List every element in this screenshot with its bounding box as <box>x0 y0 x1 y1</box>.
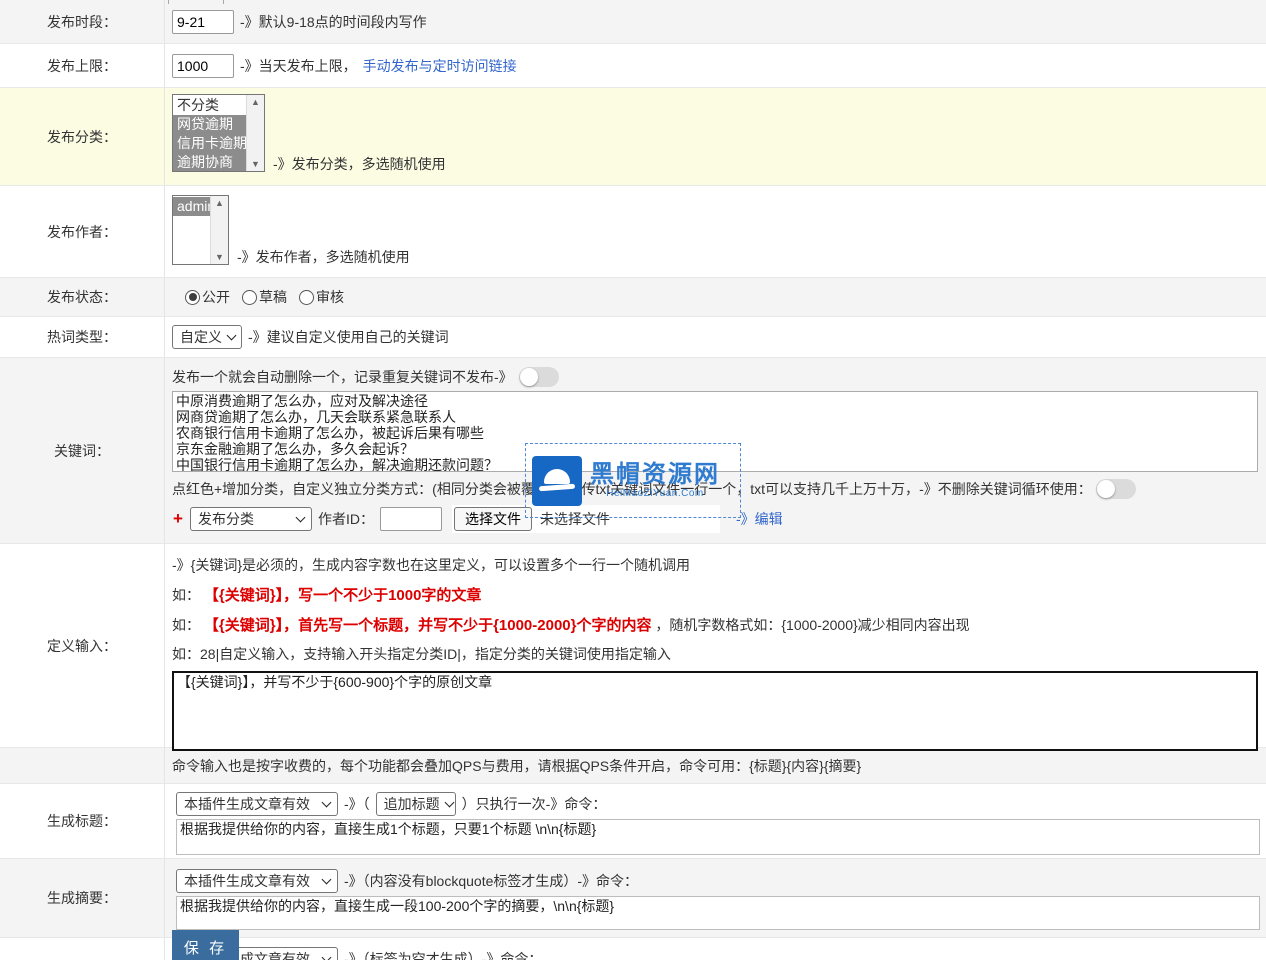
chevron-down-icon <box>444 798 454 808</box>
category-note: 点红色+增加分类，自定义独立分类方式：(相同分类会被覆盖)，上传txt关键词文件… <box>172 479 919 499</box>
publish-category-label: 发布分类： <box>0 88 165 185</box>
save-button[interactable]: 保 存 <box>172 930 239 960</box>
scroll-up-icon[interactable]: ▲ <box>215 198 224 208</box>
publish-status-label: 发布状态： <box>0 278 165 316</box>
example2-suffix: ，随机字数格式如：{1000-2000}减少相同内容出现 <box>655 617 969 633</box>
keywords-label: 关键词： <box>0 358 165 543</box>
loop-note: -》不删除关键词循环使用： <box>919 479 1092 499</box>
abstract-mode-select[interactable]: 本插件生成文章有效 <box>176 869 338 893</box>
category-option[interactable]: 不分类 <box>173 96 246 115</box>
generate-title-textarea[interactable]: 根据我提供给你的内容，直接生成1个标题，只要1个标题 \n\n{标题} <box>176 819 1260 855</box>
title-tail-text: ）只执行一次-》命令： <box>462 794 607 814</box>
select-value: 发布分类 <box>198 509 254 529</box>
chevron-down-icon <box>322 875 332 885</box>
chevron-down-icon <box>322 953 332 960</box>
radio-unchecked-icon[interactable] <box>299 290 314 305</box>
generate-abstract-textarea[interactable]: 根据我提供给你的内容，直接生成一段100-200个字的摘要，\n\n{标题} <box>176 896 1260 930</box>
manual-publish-link[interactable]: 手动发布与定时访问链接 <box>363 56 517 76</box>
row-command-note: 命令输入也是按字收费的，每个功能都会叠加QPS与费用，请根据QPS条件开启，命令… <box>0 748 1266 784</box>
chevron-down-icon <box>296 513 306 523</box>
multiselect-scrollbar[interactable]: ▲ ▼ <box>246 95 264 171</box>
keyword-file-input[interactable]: 选择文件 未选择文件 <box>452 505 720 533</box>
category-option[interactable]: 信用卡逾期 <box>173 134 246 153</box>
row-keywords: 关键词： 发布一个就会自动删除一个，记录重复关键词不发布-》 中原消费逾期了怎么… <box>0 358 1266 544</box>
status-radio-public[interactable]: 公开 <box>185 287 230 307</box>
choose-file-button[interactable]: 选择文件 <box>454 507 532 531</box>
no-file-text: 未选择文件 <box>540 509 610 529</box>
radio-label: 审核 <box>316 287 344 307</box>
chevron-down-icon <box>227 331 237 341</box>
publish-time-label: 发布时段： <box>0 0 165 43</box>
example1-red-text: 【{关键词}】，写一个不少于1000字的文章 <box>204 587 482 604</box>
scroll-down-icon[interactable]: ▼ <box>251 159 260 169</box>
radio-unchecked-icon[interactable] <box>242 290 257 305</box>
title-append-select[interactable]: 追加标题 <box>376 792 456 816</box>
edit-keywords-link[interactable]: -》编辑 <box>736 509 783 529</box>
author-option[interactable]: admin <box>173 197 210 216</box>
generate-abstract-label: 生成摘要： <box>0 859 165 937</box>
scroll-up-icon[interactable]: ▲ <box>251 97 260 107</box>
row-generate-title: 生成标题： 本插件生成文章有效 -》（ 追加标题 ）只执行一次-》命令： 根据我… <box>0 784 1266 859</box>
multiselect-scrollbar[interactable]: ▲ ▼ <box>210 196 228 264</box>
status-radio-draft[interactable]: 草稿 <box>242 287 287 307</box>
empty-label <box>0 748 165 783</box>
row-publish-status: 发布状态： 公开 草稿 审核 <box>0 278 1266 317</box>
author-id-label: 作者ID： <box>318 509 374 529</box>
custom-input-hint: -》{关键词}是必须的，生成内容字数也在这里定义，可以设置多个一行一个随机调用 <box>172 555 1266 575</box>
plugin-settings-page: 发布时段： -》默认9-18点的时间段内写作 发布上限： -》当天发布上限， 手… <box>0 0 1266 960</box>
custom-input-textarea[interactable]: 【{关键词}】，并写不少于{600-900}个字的原创文章 <box>172 671 1258 751</box>
publish-author-hint: -》发布作者，多选随机使用 <box>237 249 410 265</box>
example3-text: 如：28|自定义输入，支持输入开头指定分类ID|，指定分类的关键词使用指定输入 <box>172 644 1266 664</box>
publish-author-label: 发布作者： <box>0 186 165 277</box>
example2-red-text: 【{关键词}】，首先写一个标题，并写不少于{1000-2000}个字的内容 <box>204 617 652 634</box>
publish-limit-label: 发布上限： <box>0 44 165 87</box>
hotword-type-select[interactable]: 自定义 <box>172 325 242 349</box>
publish-time-input[interactable] <box>172 10 234 34</box>
auto-delete-toggle[interactable] <box>519 367 559 387</box>
publish-author-multiselect[interactable]: admin ▲ ▼ <box>172 195 229 265</box>
scroll-down-icon[interactable]: ▼ <box>215 252 224 262</box>
auto-delete-note: 发布一个就会自动删除一个，记录重复关键词不发布-》 <box>172 367 513 387</box>
chevron-down-icon <box>322 798 332 808</box>
empty-label <box>0 938 165 960</box>
select-value: 追加标题 <box>384 794 440 814</box>
row-generate-abstract: 生成摘要： 本插件生成文章有效 -》（内容没有blockquote标签才生成）-… <box>0 859 1266 938</box>
select-value: 本插件生成文章有效 <box>184 871 310 891</box>
publish-category-multiselect[interactable]: 不分类 网贷逾期 信用卡逾期 逾期协商 ▲ ▼ <box>172 94 265 172</box>
radio-label: 公开 <box>202 287 230 307</box>
keyword-category-select[interactable]: 发布分类 <box>190 507 312 531</box>
publish-time-hint: -》默认9-18点的时间段内写作 <box>240 12 427 32</box>
row-publish-author: 发布作者： admin ▲ ▼ -》发布作者，多选随机使用 <box>0 186 1266 278</box>
publish-limit-input[interactable] <box>172 54 234 78</box>
publish-limit-hint: -》当天发布上限， <box>240 56 357 76</box>
row-publish-limit: 发布上限： -》当天发布上限， 手动发布与定时访问链接 <box>0 44 1266 88</box>
command-note-text: 命令输入也是按字收费的，每个功能都会叠加QPS与费用，请根据QPS条件开启，命令… <box>172 756 861 776</box>
add-category-button[interactable]: + <box>172 509 184 529</box>
example-prefix: 如： <box>172 617 200 633</box>
bottom-tail-text: -》（标签为空才生成）-》命令： <box>344 949 542 960</box>
generate-title-label: 生成标题： <box>0 784 165 858</box>
title-mode-select[interactable]: 本插件生成文章有效 <box>176 792 338 816</box>
status-radio-review[interactable]: 审核 <box>299 287 344 307</box>
example-prefix: 如： <box>172 587 200 603</box>
row-hotword-type: 热词类型： 自定义 -》建议自定义使用自己的关键词 <box>0 317 1266 358</box>
row-publish-time: 发布时段： -》默认9-18点的时间段内写作 <box>0 0 1266 44</box>
keyword-loop-toggle[interactable] <box>1096 479 1136 499</box>
select-value: 自定义 <box>180 327 222 347</box>
row-custom-input: 定义输入： -》{关键词}是必须的，生成内容字数也在这里定义，可以设置多个一行一… <box>0 544 1266 748</box>
custom-input-label: 定义输入： <box>0 544 165 747</box>
radio-checked-icon[interactable] <box>185 290 200 305</box>
abstract-tail-text: -》（内容没有blockquote标签才生成）-》命令： <box>344 871 638 891</box>
select-value: 本插件生成文章有效 <box>184 794 310 814</box>
hotword-type-hint: -》建议自定义使用自己的关键词 <box>248 327 449 347</box>
hotword-type-label: 热词类型： <box>0 317 165 357</box>
row-publish-category: 发布分类： 不分类 网贷逾期 信用卡逾期 逾期协商 ▲ ▼ -》发布分类，多选随… <box>0 88 1266 186</box>
category-option[interactable]: 逾期协商 <box>173 153 246 171</box>
author-id-input[interactable] <box>380 507 442 531</box>
radio-label: 草稿 <box>259 287 287 307</box>
publish-category-hint: -》发布分类，多选随机使用 <box>273 156 446 172</box>
category-option[interactable]: 网贷逾期 <box>173 115 246 134</box>
keywords-textarea[interactable]: 中原消费逾期了怎么办，应对及解决途径 网商贷逾期了怎么办，几天会联系紧急联系人 … <box>172 391 1258 472</box>
title-mid-text: -》（ <box>344 794 370 814</box>
